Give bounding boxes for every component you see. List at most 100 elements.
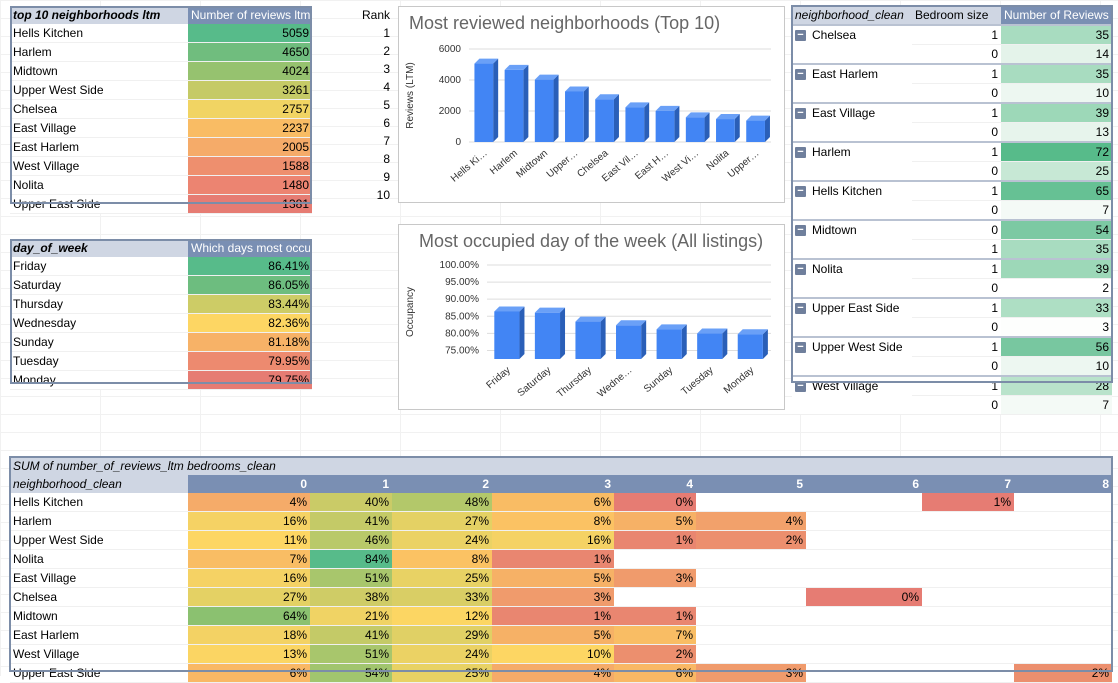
collapse-minus-icon[interactable]: − bbox=[795, 69, 806, 81]
day-name: Friday bbox=[10, 257, 188, 276]
y-tick-label: 80.00% bbox=[445, 328, 479, 339]
share-cell bbox=[922, 568, 1014, 588]
share-cell: 33% bbox=[392, 587, 492, 607]
days-row: Sunday 81.18% bbox=[10, 332, 312, 352]
bedrooms-clean-label: bedrooms_clean bbox=[187, 459, 276, 473]
bedroom-column-header: 0 bbox=[188, 475, 310, 493]
top10-row: Hells Kitchen 5059 bbox=[10, 24, 312, 43]
neighborhood-name: East Harlem bbox=[10, 137, 188, 157]
bedroom-pivot-row: − Nolita 1 39 bbox=[792, 258, 1112, 299]
collapse-minus-icon[interactable]: − bbox=[795, 225, 806, 237]
share-cell: 5% bbox=[614, 511, 696, 531]
occupancy-value: 83.44% bbox=[188, 294, 312, 314]
bedroom-pivot-header: neighborhood_clean Bedroom size Number of … bbox=[792, 6, 1112, 25]
collapse-minus-icon[interactable]: − bbox=[795, 264, 806, 276]
share-cell: 48% bbox=[392, 493, 492, 512]
days-row: Tuesday 79.95% bbox=[10, 351, 312, 371]
bar bbox=[534, 312, 561, 359]
bar-side bbox=[583, 86, 589, 142]
reviews-value: 39 bbox=[1001, 102, 1112, 123]
top10-header-row: top 10 neighborhoods ltm Number of review… bbox=[10, 6, 312, 24]
share-cell: 3% bbox=[696, 663, 806, 683]
share-cell bbox=[614, 549, 696, 569]
bar-top bbox=[616, 320, 647, 326]
x-tick-label: Upper… bbox=[726, 148, 762, 180]
group-neighborhood-name: Upper West Side bbox=[812, 340, 903, 354]
bar-top bbox=[575, 316, 606, 322]
share-cell: 0% bbox=[806, 587, 922, 607]
bar bbox=[655, 110, 675, 142]
reviews-value: 7 bbox=[1001, 395, 1112, 415]
bar bbox=[656, 329, 682, 359]
bedroom-pivot-row: − Harlem 1 72 bbox=[792, 141, 1112, 182]
occupancy-value: 86.41% bbox=[188, 257, 312, 276]
bedroom-pivot-row: − Midtown 0 54 bbox=[792, 219, 1112, 260]
day-name: Tuesday bbox=[10, 351, 188, 371]
neighborhood-name: Hells Kitchen bbox=[10, 493, 188, 512]
bedrooms-row: Nolita 7% 84% 8% 1% bbox=[10, 549, 1113, 569]
share-cell bbox=[696, 587, 806, 607]
neighborhood-name: Chelsea bbox=[10, 99, 188, 119]
group-neighborhood-name: Nolita bbox=[812, 262, 843, 276]
share-cell bbox=[806, 663, 922, 683]
x-tick-label: Hells Ki… bbox=[449, 148, 490, 185]
share-cell: 24% bbox=[392, 644, 492, 664]
collapse-minus-icon[interactable]: − bbox=[795, 108, 806, 120]
collapse-minus-icon[interactable]: − bbox=[795, 30, 806, 42]
reviews-value: 10 bbox=[1001, 83, 1112, 104]
group-cell: − East Harlem bbox=[792, 63, 912, 104]
bar-side bbox=[681, 324, 687, 359]
share-cell: 40% bbox=[310, 493, 392, 512]
neighborhood-name: Nolita bbox=[10, 549, 188, 569]
neighborhood-name: Chelsea bbox=[10, 587, 188, 607]
collapse-minus-icon[interactable]: − bbox=[795, 186, 806, 198]
bedroom-size-value: 1 bbox=[912, 336, 1001, 357]
neighborhood-name: East Village bbox=[10, 568, 188, 588]
review-count: 1588 bbox=[188, 156, 312, 176]
share-cell: 6% bbox=[188, 663, 310, 683]
x-tick-label: Sunday bbox=[642, 365, 675, 395]
occupancy-chart[interactable]: Most occupied day of the week (All listi… bbox=[398, 224, 785, 410]
bedroom-size-value: 0 bbox=[912, 83, 1001, 104]
occupancy-chart-svg: 100.00% 95.00% 90.00% 85.00% 80.00% 75.00% Occ… bbox=[405, 260, 771, 400]
share-cell: 46% bbox=[310, 530, 392, 550]
share-cell: 1% bbox=[492, 549, 614, 569]
share-cell: 25% bbox=[392, 663, 492, 683]
bar bbox=[716, 119, 735, 142]
reviews-value: 39 bbox=[1001, 258, 1112, 279]
share-cell: 24% bbox=[392, 530, 492, 550]
x-tick-label: Monday bbox=[722, 365, 756, 396]
neighborhood-name: Harlem bbox=[10, 511, 188, 531]
share-cell: 54% bbox=[310, 663, 392, 683]
collapse-minus-icon[interactable]: − bbox=[795, 342, 806, 354]
bar-side bbox=[600, 316, 606, 359]
share-cell: 41% bbox=[310, 511, 392, 531]
bar-side bbox=[674, 105, 680, 142]
occupancy-value: 86.05% bbox=[188, 275, 312, 295]
top10-row: Harlem 4650 bbox=[10, 42, 312, 62]
rank-value: 9 bbox=[383, 170, 390, 184]
collapse-minus-icon[interactable]: − bbox=[795, 147, 806, 159]
collapse-minus-icon[interactable]: − bbox=[795, 303, 806, 315]
reviews-chart[interactable]: Most reviewed neighborhoods (Top 10) 600… bbox=[398, 6, 785, 203]
bar bbox=[625, 107, 645, 142]
header-neighborhood: neighborhood_clean bbox=[792, 6, 912, 25]
sum-label: SUM of number_of_reviews_ltm bbox=[13, 459, 184, 473]
share-cell: 41% bbox=[310, 625, 392, 645]
share-cell: 1% bbox=[492, 606, 614, 626]
bedrooms-column-header-row: neighborhood_clean 0 1 2 3 4 5 6 7 8 bbox=[10, 475, 1113, 493]
days-table: day_of_weekWhich days most occupiedFrida… bbox=[10, 239, 312, 390]
bedrooms-row: East Harlem 18% 41% 29% 5% 7% bbox=[10, 625, 1113, 645]
group-cell: − West Village bbox=[792, 375, 912, 415]
header-number-of-reviews: Number of Reviews bbox=[1001, 6, 1112, 25]
occupancy-value: 79.95% bbox=[188, 351, 312, 371]
share-cell: 7% bbox=[614, 625, 696, 645]
bedroom-column-header: 4 bbox=[614, 475, 696, 493]
bar-side bbox=[762, 329, 768, 359]
collapse-minus-icon[interactable]: − bbox=[795, 381, 806, 393]
x-tick-label: Saturday bbox=[516, 365, 554, 399]
day-name: Wednesday bbox=[10, 313, 188, 333]
group-cell: − Hells Kitchen bbox=[792, 180, 912, 221]
neighborhood-name: Upper West Side bbox=[10, 530, 188, 550]
day-name: Sunday bbox=[10, 332, 188, 352]
